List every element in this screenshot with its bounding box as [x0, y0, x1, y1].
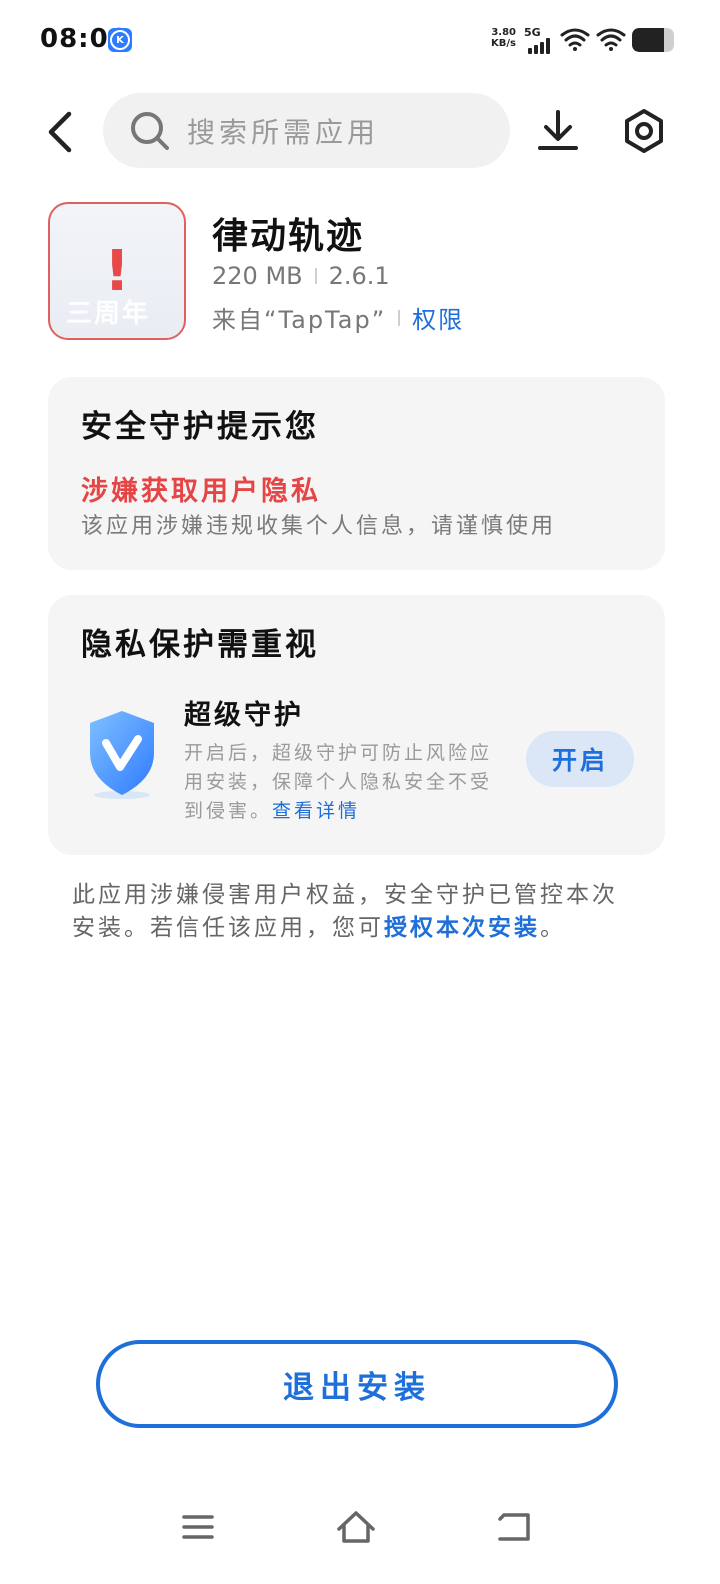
- network-speed-value: 3.80: [491, 27, 516, 38]
- safety-card-title: 安全守护提示您: [81, 409, 319, 445]
- app-icon: 三周年 !: [48, 202, 186, 340]
- super-guard-description: 开启后，超级守护可防止风险应用安装，保障个人隐私安全不受到侵害。查看详情: [184, 739, 504, 826]
- safety-warning-card: 安全守护提示您 涉嫌获取用户隐私 该应用涉嫌违规收集个人信息，请谨慎使用: [48, 377, 665, 570]
- warning-title: 涉嫌获取用户隐私: [81, 476, 321, 507]
- app-meta: 220 MB 2.6.1: [212, 262, 390, 290]
- home-icon: [337, 1511, 375, 1543]
- warning-exclamation-icon: !: [104, 239, 130, 304]
- search-placeholder: 搜索所需应用: [187, 115, 380, 149]
- wifi-icon-secondary: [596, 28, 626, 51]
- exit-install-button[interactable]: 退出安装: [96, 1340, 618, 1428]
- battery-level: [632, 28, 664, 52]
- wifi-icon: [560, 28, 590, 51]
- network-speed-unit: KB/s: [491, 38, 516, 49]
- status-bar: 08:06 K 3.80 KB/s 5G: [0, 0, 720, 80]
- privacy-protection-card: 隐私保护需重视 超级守护 开启后，超级守护可防止风险应用安装，保障个人隐私安全不…: [48, 595, 665, 855]
- menu-icon: [182, 1515, 214, 1539]
- view-details-link[interactable]: 查看详情: [272, 800, 360, 822]
- warning-description: 该应用涉嫌违规收集个人信息，请谨慎使用: [81, 514, 557, 539]
- app-size: 220 MB: [212, 262, 303, 290]
- super-guard-title: 超级守护: [184, 700, 304, 731]
- notification-app-icon: K: [108, 28, 132, 52]
- chevron-left-icon: [48, 111, 72, 153]
- search-input[interactable]: 搜索所需应用: [103, 93, 510, 168]
- enable-super-guard-button[interactable]: 开启: [526, 731, 634, 787]
- authorize-install-link[interactable]: 授权本次安装: [384, 915, 540, 941]
- battery-icon: [632, 28, 674, 52]
- settings-button[interactable]: [620, 106, 668, 156]
- download-manager-button[interactable]: [534, 106, 582, 156]
- nav-menu-button[interactable]: [174, 1505, 222, 1549]
- divider: [398, 309, 401, 326]
- nav-home-button[interactable]: [332, 1505, 380, 1549]
- app-name: 律动轨迹: [212, 216, 365, 257]
- install-notice: 此应用涉嫌侵害用户权益，安全守护已管控本次安装。若信任该应用，您可授权本次安装。: [72, 879, 632, 945]
- notice-end: 。: [540, 915, 566, 941]
- back-arrow-icon: [498, 1513, 530, 1541]
- app-source-row: 来自“TapTap” 权限: [212, 300, 464, 335]
- back-button[interactable]: [36, 104, 84, 160]
- shield-icon: [90, 711, 154, 799]
- gear-icon: [625, 109, 663, 153]
- divider: [314, 268, 317, 284]
- cellular-signal-icon: [528, 38, 554, 54]
- permission-link[interactable]: 权限: [412, 300, 464, 335]
- app-source: 来自“TapTap”: [212, 306, 387, 334]
- network-speed: 3.80 KB/s: [486, 27, 516, 49]
- download-icon: [538, 110, 578, 150]
- notification-app-letter: K: [116, 34, 124, 46]
- privacy-card-title: 隐私保护需重视: [81, 627, 319, 663]
- app-version: 2.6.1: [328, 262, 390, 290]
- search-icon: [131, 111, 169, 150]
- nav-back-button[interactable]: [490, 1505, 538, 1549]
